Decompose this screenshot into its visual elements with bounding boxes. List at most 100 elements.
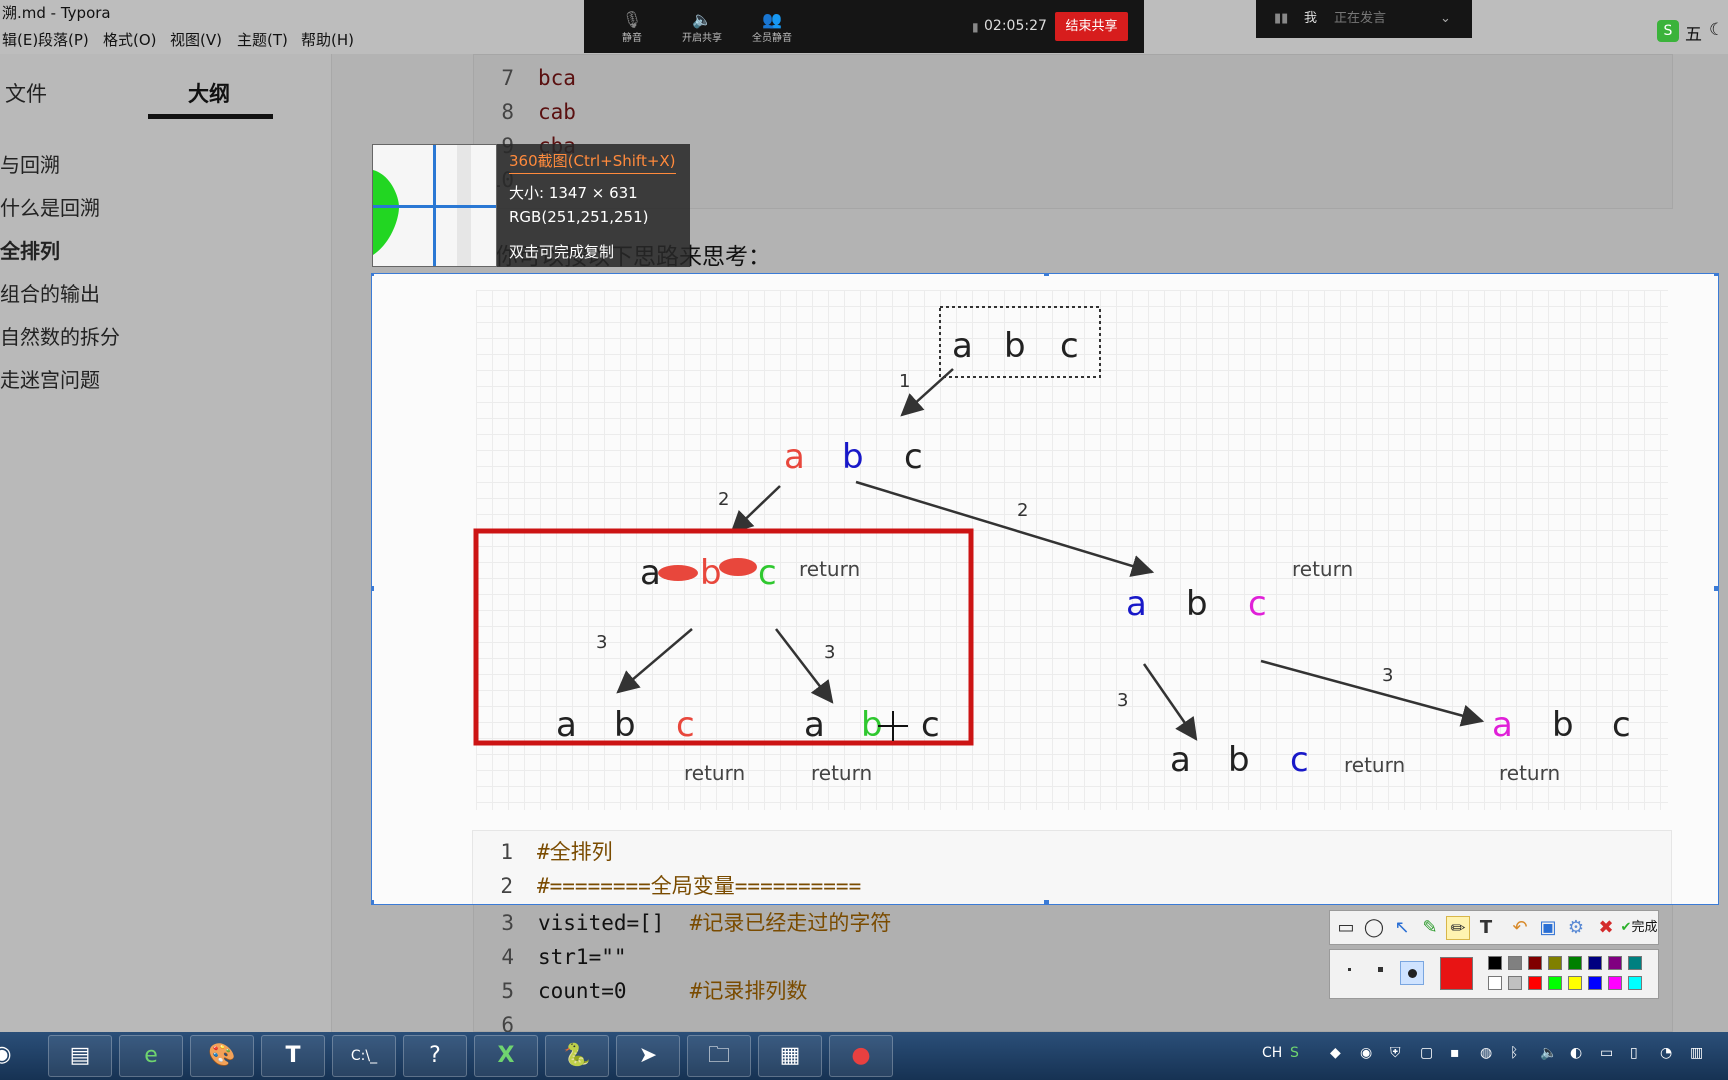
size-large-selected[interactable] [1400, 961, 1424, 985]
resize-handle[interactable] [1044, 900, 1049, 904]
resize-handle[interactable] [1714, 274, 1718, 276]
tab-files[interactable]: 文件 [5, 78, 47, 108]
size-small[interactable] [1348, 968, 1351, 971]
menu-help[interactable]: 帮助(H) [301, 26, 354, 54]
menu-theme[interactable]: 主题(T) [237, 26, 288, 54]
color-swatch[interactable] [1528, 956, 1542, 970]
color-swatch[interactable] [1548, 976, 1562, 990]
typora-icon[interactable]: T [261, 1035, 325, 1077]
mute-button[interactable]: 🎙 静音 [602, 10, 662, 44]
folder-icon[interactable]: 🗀 [687, 1035, 751, 1077]
tray-icon[interactable]: ◍ [1480, 1045, 1492, 1061]
chevron-down-icon[interactable]: ⌄ [1440, 0, 1451, 38]
outline-item[interactable]: 什么是回溯 [0, 192, 100, 221]
pencil-tool-icon[interactable]: ✏ [1446, 916, 1470, 940]
outline-item-active[interactable]: 全排列 [0, 235, 60, 264]
return-label: return [1499, 761, 1560, 785]
code-line: 8 cab [501, 100, 576, 124]
bluetooth-icon[interactable]: ᛒ [1510, 1045, 1518, 1061]
resize-handle[interactable] [372, 586, 374, 591]
done-button[interactable]: ✔完成 [1620, 916, 1658, 940]
undo-icon[interactable]: ↶ [1508, 916, 1532, 940]
leaf1-c: c [676, 705, 695, 745]
color-swatch[interactable] [1628, 956, 1642, 970]
tray-icon[interactable]: ◐ [1570, 1045, 1582, 1061]
color-swatch[interactable] [1628, 976, 1642, 990]
return-label: return [799, 557, 860, 581]
text-tool-icon[interactable]: T [1474, 916, 1498, 940]
save-icon[interactable]: ▣ [1536, 916, 1560, 940]
resize-handle[interactable] [1714, 586, 1718, 591]
sogou-tray-icon[interactable]: S [1290, 1045, 1299, 1061]
menu-view[interactable]: 视图(V) [170, 26, 222, 54]
terminal-icon[interactable]: C:\_ [332, 1035, 396, 1077]
color-swatch[interactable] [1508, 956, 1522, 970]
resize-handle[interactable] [1044, 274, 1049, 276]
menu-edit[interactable]: 辑(E) [2, 26, 38, 54]
color-swatch[interactable] [1548, 956, 1562, 970]
shield-icon[interactable]: ⛨ [1390, 1045, 1401, 1061]
color-swatch[interactable] [1508, 976, 1522, 990]
l2r-b: b [1186, 584, 1208, 624]
screenshot-selection[interactable]: a b c 1 a b c 2 2 a b c return a b c ret… [371, 273, 1719, 905]
magnifier-preview [372, 144, 497, 267]
edge-3 [1142, 663, 1198, 741]
return-label: return [811, 761, 872, 785]
color-swatch[interactable] [1568, 976, 1582, 990]
menu-format[interactable]: 格式(O) [103, 26, 157, 54]
paint-icon[interactable]: 🎨 [190, 1035, 254, 1077]
battery-icon[interactable]: ▯ [1630, 1045, 1638, 1061]
tray-icon[interactable]: ◆ [1330, 1045, 1341, 1061]
color-swatch[interactable] [1568, 956, 1582, 970]
cancel-icon[interactable]: ✖ [1594, 916, 1618, 940]
outline-item[interactable]: 与回溯 [0, 149, 60, 178]
end-share-button[interactable]: 结束共享 [1055, 12, 1128, 41]
meeting-app-icon[interactable]: ● [829, 1035, 893, 1077]
network-icon[interactable]: ◔ [1660, 1045, 1672, 1061]
outline-item[interactable]: 组合的输出 [0, 278, 100, 307]
feishu-icon[interactable]: ➤ [616, 1035, 680, 1077]
color-swatch[interactable] [1488, 976, 1502, 990]
input-language[interactable]: CH [1262, 1045, 1282, 1061]
color-swatch[interactable] [1488, 956, 1502, 970]
excel-icon[interactable]: X [474, 1035, 538, 1077]
outline-item[interactable]: 走迷宫问题 [0, 364, 100, 393]
taskbar-app-icon[interactable]: ▤ [48, 1035, 112, 1077]
leaf4-c: c [1612, 705, 1631, 745]
tray-icon[interactable]: ▢ [1420, 1045, 1433, 1061]
python-icon[interactable]: 🐍 [545, 1035, 609, 1077]
browser-icon[interactable]: e [119, 1035, 183, 1077]
edge-label: 3 [1382, 665, 1393, 686]
code-block-in-selection[interactable]: 1 #全排列 2 #========全局变量========== [472, 830, 1672, 904]
start-orb-icon[interactable]: ◉ [0, 1035, 34, 1077]
current-color[interactable] [1440, 957, 1473, 990]
settings-icon[interactable]: ⚙ [1564, 916, 1588, 940]
ellipse-tool-icon[interactable]: ◯ [1362, 916, 1386, 940]
help-icon[interactable]: ? [403, 1035, 467, 1077]
picture-icon[interactable]: ▦ [758, 1035, 822, 1077]
outline-item[interactable]: 自然数的拆分 [0, 321, 120, 350]
color-swatch[interactable] [1608, 956, 1622, 970]
rectangle-tool-icon[interactable]: ▭ [1334, 916, 1358, 940]
edge-2-right [855, 480, 1155, 577]
screenshot-toolbar: ▭ ◯ ↖ ✎ ✏ T ↶ ▣ ⚙ ✖ ✔完成 [1329, 910, 1659, 945]
tray-icon[interactable]: ◉ [1360, 1045, 1372, 1061]
mute-all-button[interactable]: 👥 全员静音 [742, 10, 802, 44]
ime-indicator[interactable]: S 五 ☾ [1655, 18, 1728, 48]
volume-icon[interactable]: 🔈 [1540, 1045, 1557, 1061]
arrow-tool-icon[interactable]: ↖ [1390, 916, 1414, 940]
color-swatch[interactable] [1588, 956, 1602, 970]
tab-outline[interactable]: 大纲 [188, 78, 230, 108]
brush-tool-icon[interactable]: ✎ [1418, 916, 1442, 940]
resize-handle[interactable] [372, 274, 374, 276]
share-button[interactable]: 🔈 开启共享 [672, 10, 732, 44]
monitor-icon[interactable]: ▭ [1600, 1045, 1613, 1061]
resize-handle[interactable] [372, 900, 374, 904]
color-swatch[interactable] [1588, 976, 1602, 990]
tray-icon[interactable]: ▪ [1450, 1045, 1460, 1061]
menu-paragraph[interactable]: 段落(P) [38, 26, 89, 54]
tray-icon[interactable]: ▥ [1690, 1045, 1703, 1061]
color-swatch[interactable] [1608, 976, 1622, 990]
size-medium[interactable] [1378, 967, 1383, 972]
color-swatch[interactable] [1528, 976, 1542, 990]
